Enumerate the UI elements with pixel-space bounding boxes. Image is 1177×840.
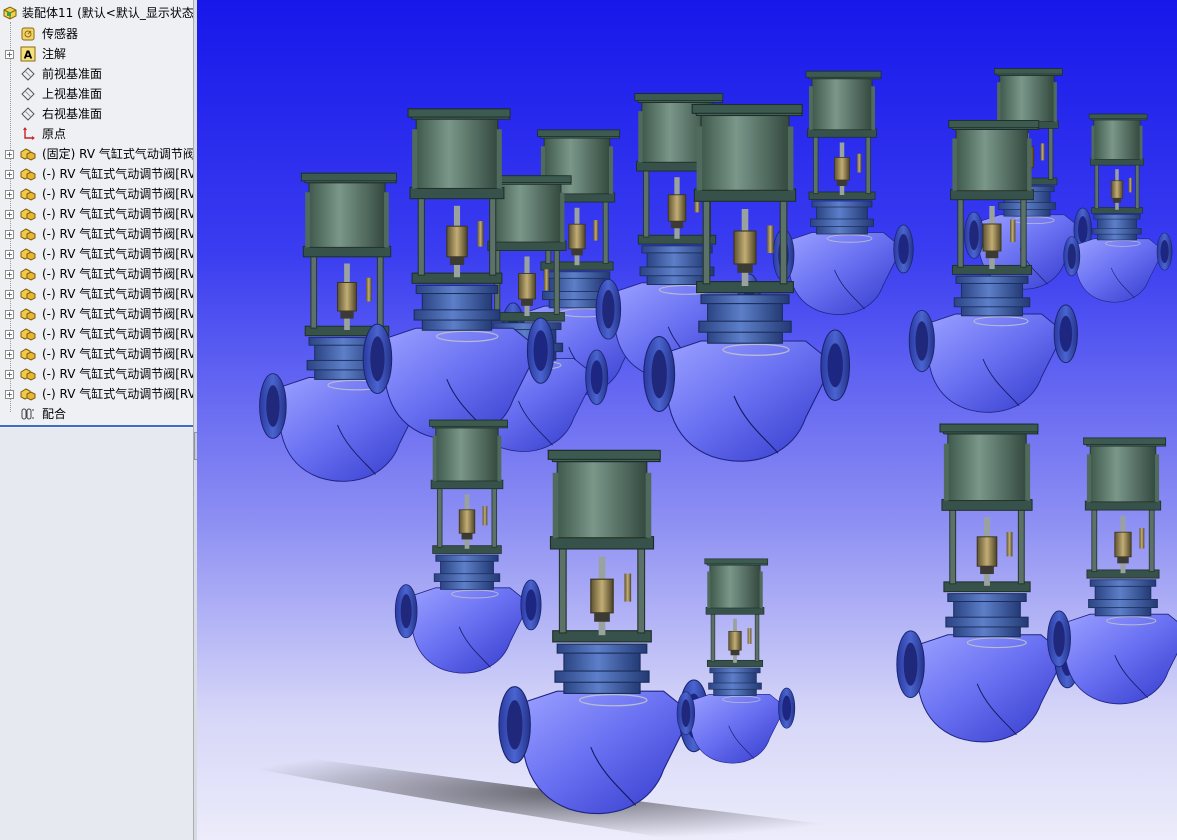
tree-root-assembly[interactable]: 装配体11 (默认<默认_显示状态 bbox=[0, 3, 193, 23]
tree-item-label: (-) RV 气缸式气动调节阀[RV bbox=[42, 387, 193, 401]
tree-item-label: (-) RV 气缸式气动调节阀[RV bbox=[42, 207, 193, 221]
tree-item[interactable]: 配合 bbox=[0, 404, 193, 424]
tree-item-label: 上视基准面 bbox=[42, 87, 103, 101]
part-icon bbox=[20, 266, 36, 282]
expand-toggle-icon[interactable]: + bbox=[5, 170, 14, 179]
expand-toggle-icon[interactable]: + bbox=[5, 50, 14, 59]
expand-toggle-icon[interactable]: + bbox=[5, 290, 14, 299]
part-icon bbox=[20, 346, 36, 362]
expand-toggle-icon[interactable]: + bbox=[5, 370, 14, 379]
tree-item[interactable]: + (-) RV 气缸式气动调节阀[RV bbox=[0, 364, 193, 384]
tree-item-label: (-) RV 气缸式气动调节阀[RV bbox=[42, 267, 193, 281]
tree-item[interactable]: 原点 bbox=[0, 124, 193, 144]
tree-item-label: 配合 bbox=[42, 407, 67, 421]
expand-toggle-icon[interactable]: + bbox=[5, 250, 14, 259]
valve-instance[interactable] bbox=[1063, 113, 1173, 303]
tree-item[interactable]: 前视基准面 bbox=[0, 64, 193, 84]
tree-item[interactable]: + A 注解 bbox=[0, 44, 193, 64]
tree-empty-area bbox=[0, 428, 193, 840]
tree-item-label: (-) RV 气缸式气动调节阀[RV bbox=[42, 307, 193, 321]
part-icon bbox=[20, 386, 36, 402]
tree-root-label: 装配体11 (默认<默认_显示状态 bbox=[22, 6, 193, 20]
tree-item-label: (-) RV 气缸式气动调节阀[RV bbox=[42, 227, 193, 241]
part-icon bbox=[20, 206, 36, 222]
part-icon bbox=[20, 366, 36, 382]
expand-toggle-icon[interactable]: + bbox=[5, 150, 14, 159]
expand-toggle-icon[interactable]: + bbox=[5, 210, 14, 219]
expand-toggle-icon[interactable]: + bbox=[5, 390, 14, 399]
plane-icon bbox=[20, 106, 36, 122]
tree-item[interactable]: + (-) RV 气缸式气动调节阀[RV bbox=[0, 164, 193, 184]
tree-item-label: (-) RV 气缸式气动调节阀[RV bbox=[42, 347, 193, 361]
tree-item-label: (-) RV 气缸式气动调节阀[RV bbox=[42, 287, 193, 301]
tree-item[interactable]: + (-) RV 气缸式气动调节阀[RV bbox=[0, 264, 193, 284]
valve-instances bbox=[259, 68, 1177, 815]
part-icon bbox=[20, 246, 36, 262]
part-icon bbox=[20, 326, 36, 342]
valve-instance[interactable] bbox=[1047, 437, 1177, 705]
part-icon bbox=[20, 186, 36, 202]
plane-icon bbox=[20, 66, 36, 82]
assembly-icon bbox=[2, 5, 18, 21]
expand-toggle-icon[interactable]: + bbox=[5, 350, 14, 359]
part-icon bbox=[20, 306, 36, 322]
annotation-icon: A bbox=[20, 46, 36, 62]
valve-instance[interactable] bbox=[676, 558, 796, 764]
assembly-model-view[interactable] bbox=[197, 0, 1177, 840]
tree-item[interactable]: + (-) RV 气缸式气动调节阀[RV bbox=[0, 284, 193, 304]
tree-item[interactable]: + (-) RV 气缸式气动调节阀[RV bbox=[0, 204, 193, 224]
part-icon bbox=[20, 226, 36, 242]
tree-divider bbox=[0, 425, 193, 427]
tree-item[interactable]: 右视基准面 bbox=[0, 104, 193, 124]
tree-item-label: 原点 bbox=[42, 127, 67, 141]
tree-item[interactable]: + (-) RV 气缸式气动调节阀[RV bbox=[0, 304, 193, 324]
tree-item[interactable]: + (-) RV 气缸式气动调节阀[RV bbox=[0, 324, 193, 344]
tree-item[interactable]: + (-) RV 气缸式气动调节阀[RV bbox=[0, 224, 193, 244]
tree-item[interactable]: + (-) RV 气缸式气动调节阀[RV bbox=[0, 244, 193, 264]
expand-toggle-icon[interactable]: + bbox=[5, 330, 14, 339]
tree-item-label: 注解 bbox=[42, 47, 67, 61]
plane-icon bbox=[20, 86, 36, 102]
tree-item[interactable]: 上视基准面 bbox=[0, 84, 193, 104]
valve-instance[interactable] bbox=[394, 419, 542, 674]
expand-toggle-icon[interactable]: + bbox=[5, 190, 14, 199]
valve-instance[interactable] bbox=[498, 449, 710, 815]
tree-item[interactable]: + (-) RV 气缸式气动调节阀[RV bbox=[0, 384, 193, 404]
tree-item-label: (-) RV 气缸式气动调节阀[RV bbox=[42, 367, 193, 381]
expand-toggle-icon[interactable]: + bbox=[5, 230, 14, 239]
tree-item-label: (固定) RV 气缸式气动调节阀 bbox=[42, 147, 193, 161]
valve-instance[interactable] bbox=[259, 172, 438, 482]
tree-item-label: 传感器 bbox=[42, 27, 79, 41]
tree-item-label: (-) RV 气缸式气动调节阀[RV bbox=[42, 247, 193, 261]
tree-item-label: (-) RV 气缸式气动调节阀[RV bbox=[42, 327, 193, 341]
valve-instance[interactable] bbox=[896, 423, 1081, 743]
expand-toggle-icon[interactable]: + bbox=[5, 270, 14, 279]
part-icon bbox=[20, 286, 36, 302]
part-icon bbox=[20, 166, 36, 182]
feature-manager-tree: 装配体11 (默认<默认_显示状态 传感器 + A 注解前视基准面上视基准面右视基准面… bbox=[0, 0, 193, 840]
mates-icon bbox=[20, 406, 36, 422]
tree-item[interactable]: + (固定) RV 气缸式气动调节阀 bbox=[0, 144, 193, 164]
tree-item-label: (-) RV 气缸式气动调节阀[RV bbox=[42, 187, 193, 201]
tree-item-label: 右视基准面 bbox=[42, 107, 103, 121]
tree-item-label: (-) RV 气缸式气动调节阀[RV bbox=[42, 167, 193, 181]
tree-item[interactable]: 传感器 bbox=[0, 24, 193, 44]
expand-toggle-icon[interactable]: + bbox=[5, 310, 14, 319]
sensor-icon bbox=[20, 26, 36, 42]
svg-text:A: A bbox=[24, 49, 33, 62]
tree-item-label: 前视基准面 bbox=[42, 67, 103, 81]
graphics-viewport[interactable] bbox=[197, 0, 1177, 840]
part-icon bbox=[20, 146, 36, 162]
tree-item[interactable]: + (-) RV 气缸式气动调节阀[RV bbox=[0, 184, 193, 204]
origin-icon bbox=[20, 126, 36, 142]
tree-item[interactable]: + (-) RV 气缸式气动调节阀[RV bbox=[0, 344, 193, 364]
